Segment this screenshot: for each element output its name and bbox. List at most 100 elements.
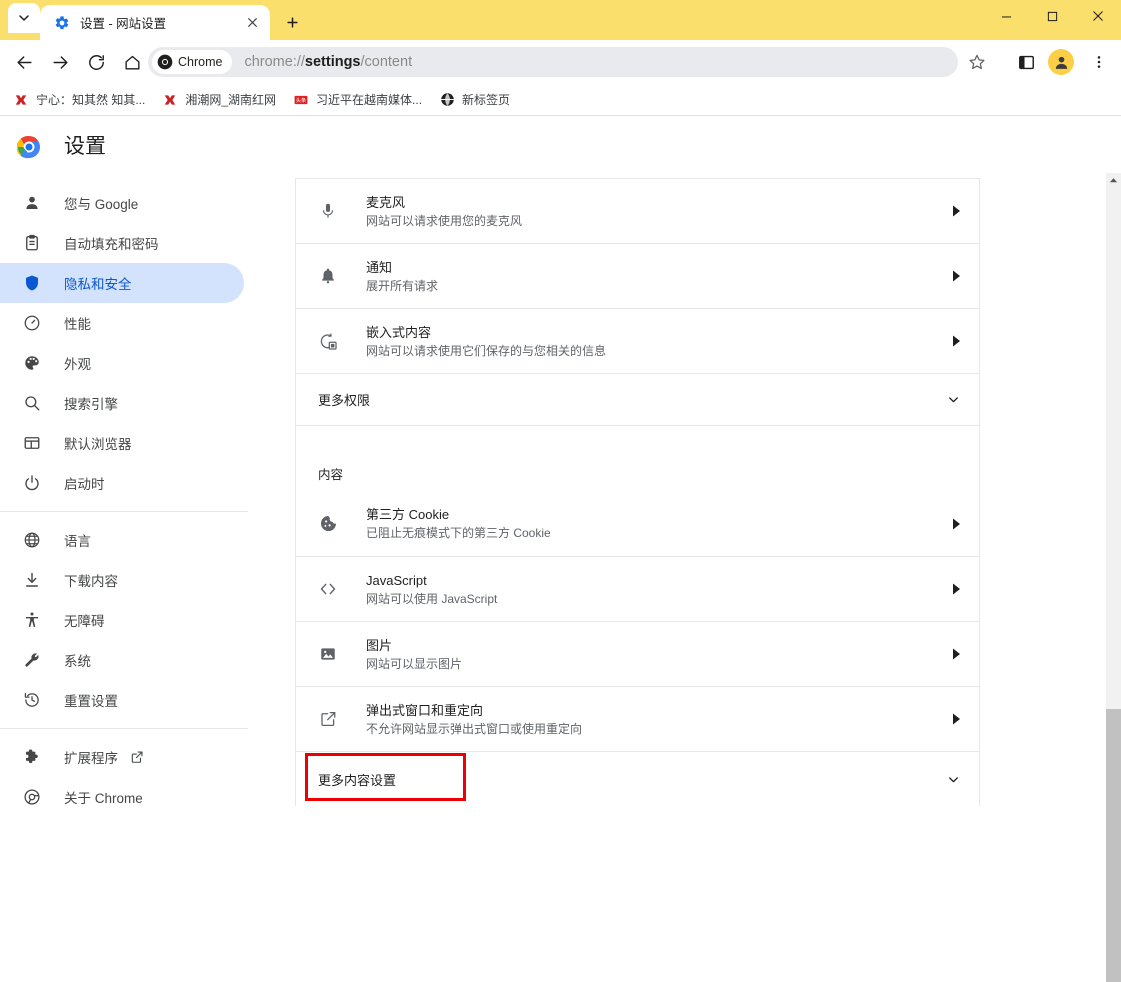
sidebar-item-label: 您与 Google [64, 197, 139, 212]
power-icon [22, 473, 42, 493]
browser-window-icon [22, 433, 42, 453]
avatar-icon [1055, 56, 1067, 69]
popup-redirect-icon [318, 709, 338, 729]
window-controls [983, 0, 1121, 32]
three-dot-menu-icon [1097, 56, 1101, 68]
sidebar-item-label: 关于 Chrome [64, 791, 143, 806]
setting-row-title: 图片 [366, 637, 393, 653]
scrollbar-up-button[interactable] [1106, 173, 1121, 187]
page-scrollbar[interactable] [1106, 173, 1121, 982]
sidebar-item-about-chrome[interactable]: 关于 Chrome [0, 777, 244, 809]
setting-row-notifications[interactable]: 通知 展开所有请求 [296, 243, 979, 308]
setting-row-javascript[interactable]: JavaScript 网站可以使用 JavaScript [296, 556, 979, 621]
sidebar-item-system[interactable]: 系统 [0, 640, 244, 680]
person-icon [22, 193, 42, 213]
setting-row-microphone[interactable]: 麦克风 网站可以请求使用您的麦克风 [296, 178, 979, 243]
bookmark-item[interactable]: 宁心：知其然 知其... [6, 88, 152, 112]
setting-row-text: 嵌入式内容 网站可以请求使用它们保存的与您相关的信息 [366, 323, 951, 360]
sidebar-item-downloads[interactable]: 下载内容 [0, 560, 244, 600]
bookmarks-bar: 宁心：知其然 知其... 湘潮网_湖南红网 头条 习近平在越南媒体... 新标签… [0, 84, 1121, 116]
speedometer-icon [22, 313, 42, 333]
setting-row-title: JavaScript [366, 572, 427, 588]
new-tab-button[interactable] [278, 8, 306, 36]
back-button[interactable] [10, 48, 38, 76]
sidebar-item-appearance[interactable]: 外观 [0, 343, 244, 383]
chrome-logo-icon [16, 135, 41, 159]
clipboard-icon [22, 233, 42, 253]
microphone-icon [318, 201, 338, 221]
sidebar-item-reset-settings[interactable]: 重置设置 [0, 680, 244, 720]
sidebar-item-label: 默认浏览器 [64, 437, 132, 452]
bookmark-label: 新标签页 [462, 93, 511, 107]
bookmark-button[interactable] [963, 48, 991, 76]
chevron-right-icon [951, 712, 961, 726]
side-panel-button[interactable] [1012, 48, 1040, 76]
chevron-right-icon [951, 204, 961, 218]
sidebar-item-autofill[interactable]: 自动填充和密码 [0, 223, 244, 263]
setting-row-embedded-content[interactable]: 嵌入式内容 网站可以请求使用它们保存的与您相关的信息 [296, 308, 979, 373]
side-panel-icon [1018, 55, 1034, 69]
more-permissions-expander[interactable]: 更多权限 [296, 373, 979, 425]
globe-icon [439, 92, 455, 108]
more-content-settings-label: 更多内容设置 [318, 772, 397, 788]
cookie-icon [318, 514, 338, 534]
bookmark-item[interactable]: 湘潮网_湖南红网 [155, 88, 283, 112]
address-bar[interactable]: Chrome chrome://settings/content [148, 47, 958, 77]
setting-row-subtitle: 不允许网站显示弹出式窗口或使用重定向 [366, 721, 583, 736]
tab-strip: 设置 - 网站设置 [0, 0, 1121, 40]
gear-icon [54, 15, 70, 31]
bookmark-item[interactable]: 头条 习近平在越南媒体... [286, 88, 429, 112]
settings-page: 设置 在设置中搜索 您与 Google 自动填充和密码 [0, 117, 1121, 809]
sidebar-divider [0, 511, 248, 512]
sidebar-item-default-browser[interactable]: 默认浏览器 [0, 423, 244, 463]
bookmark-label: 宁心：知其然 知其... [36, 93, 146, 107]
palette-icon [22, 353, 42, 373]
settings-content: 麦克风 网站可以请求使用您的麦克风 通知 展开所有请求 嵌入式内容 网站可以请求… [290, 178, 1121, 809]
setting-row-popups-redirects[interactable]: 弹出式窗口和重定向 不允许网站显示弹出式窗口或使用重定向 [296, 686, 979, 751]
chevron-right-icon [951, 517, 961, 531]
reload-button[interactable] [82, 48, 110, 76]
minimize-button[interactable] [983, 0, 1029, 32]
maximize-button[interactable] [1029, 0, 1075, 32]
back-arrow-icon [16, 55, 32, 69]
setting-row-title: 第三方 Cookie [366, 507, 450, 522]
external-link-icon [130, 750, 144, 764]
tab-title: 设置 - 网站设置 [80, 17, 167, 31]
close-button[interactable] [1075, 0, 1121, 32]
chrome-logo-icon [22, 787, 42, 807]
close-icon[interactable] [242, 13, 262, 33]
chrome-chip-label: Chrome [178, 55, 223, 69]
browser-tab[interactable]: 设置 - 网站设置 [40, 5, 270, 40]
embedded-content-icon [318, 331, 338, 351]
sidebar-item-performance[interactable]: 性能 [0, 303, 244, 343]
sidebar-item-on-startup[interactable]: 启动时 [0, 463, 244, 503]
bookmark-item[interactable]: 新标签页 [432, 88, 517, 112]
page-title: 设置 [64, 135, 106, 158]
content-section-label: 内容 [296, 425, 979, 491]
sidebar-item-search-engine[interactable]: 搜索引擎 [0, 383, 244, 423]
setting-row-subtitle: 展开所有请求 [366, 278, 439, 293]
scroll-up-icon [1109, 177, 1118, 182]
download-icon [22, 570, 42, 590]
sidebar-item-extensions[interactable]: 扩展程序 [0, 737, 244, 777]
chevron-right-icon [951, 269, 961, 283]
tab-search-button[interactable] [8, 3, 40, 33]
sidebar-item-accessibility[interactable]: 无障碍 [0, 600, 244, 640]
browser-menu-button[interactable] [1086, 48, 1112, 76]
image-icon [318, 644, 338, 664]
forward-button[interactable] [46, 48, 74, 76]
profile-button[interactable] [1048, 49, 1074, 75]
chrome-icon [157, 54, 173, 70]
sidebar-item-label: 性能 [64, 317, 91, 332]
sidebar-item-privacy-security[interactable]: 隐私和安全 [0, 263, 244, 303]
home-button[interactable] [118, 48, 146, 76]
setting-row-images[interactable]: 图片 网站可以显示图片 [296, 621, 979, 686]
sidebar-item-label: 启动时 [64, 477, 105, 492]
setting-row-third-party-cookies[interactable]: 第三方 Cookie 已阻止无痕模式下的第三方 Cookie [296, 491, 979, 556]
sidebar-item-label: 重置设置 [64, 694, 118, 709]
more-content-settings-expander[interactable]: 更多内容设置 [296, 751, 979, 806]
history-restore-icon [22, 690, 42, 710]
sidebar-item-you-and-google[interactable]: 您与 Google [0, 183, 244, 223]
scrollbar-thumb[interactable] [1106, 709, 1121, 982]
sidebar-item-languages[interactable]: 语言 [0, 520, 244, 560]
